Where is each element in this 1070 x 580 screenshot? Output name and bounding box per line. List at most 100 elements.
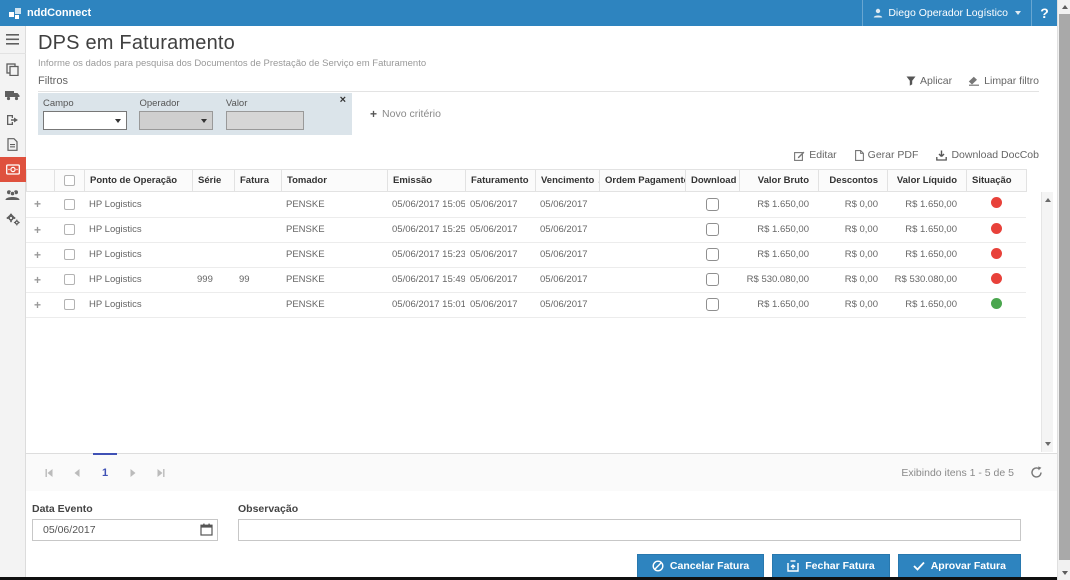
apply-filter-label: Aplicar: [920, 75, 952, 87]
cell-valor-bruto: R$ 530.080,00: [739, 267, 818, 292]
cell-ordem-pagamento: [599, 292, 685, 317]
sidebar-item-documents[interactable]: [0, 57, 26, 82]
new-criterion-label: Novo critério: [382, 108, 441, 120]
grid-scrollbar[interactable]: [1041, 192, 1053, 452]
row-checkbox[interactable]: [64, 199, 75, 210]
help-button[interactable]: ?: [1031, 0, 1057, 26]
row-checkbox[interactable]: [64, 274, 75, 285]
vencimento-label: Vencimento: [541, 175, 594, 186]
user-menu[interactable]: Diego Operador Logístico: [862, 0, 1031, 26]
clear-filter-button[interactable]: Limpar filtro: [968, 75, 1039, 87]
table-row[interactable]: +HP LogisticsPENSKE05/06/2017 15:2305/06…: [26, 242, 1026, 267]
select-all-checkbox[interactable]: [64, 175, 75, 186]
cell-faturamento: 05/06/2017: [465, 192, 535, 217]
prev-page-button[interactable]: [64, 460, 90, 486]
download-doccob-button[interactable]: Download DocCob: [936, 147, 1039, 163]
col-serie[interactable]: Série: [193, 170, 235, 192]
expand-row-icon[interactable]: +: [31, 248, 41, 262]
col-download[interactable]: Download: [686, 170, 740, 192]
table-row[interactable]: +HP LogisticsPENSKE05/06/2017 15:0505/06…: [26, 192, 1026, 217]
approve-invoice-button[interactable]: Aprovar Fatura: [898, 554, 1021, 577]
cancel-invoice-button[interactable]: Cancelar Fatura: [637, 554, 764, 577]
col-valor-liquido[interactable]: Valor Líquido: [888, 170, 967, 192]
first-page-button[interactable]: [36, 460, 62, 486]
grid-scroll-down-icon[interactable]: [1042, 438, 1054, 450]
brand: nddConnect: [0, 6, 91, 20]
cell-tomador: PENSKE: [281, 267, 387, 292]
scrollbar-thumb[interactable]: [1059, 14, 1070, 560]
table-row[interactable]: +HP LogisticsPENSKE05/06/2017 15:2505/06…: [26, 217, 1026, 242]
row-checkbox[interactable]: [64, 249, 75, 260]
cell-expand: +: [26, 217, 54, 242]
download-checkbox[interactable]: [706, 298, 719, 311]
download-checkbox[interactable]: [706, 198, 719, 211]
sidebar-item-settings[interactable]: [0, 207, 26, 232]
cell-download: [685, 217, 739, 242]
page-scrollbar[interactable]: [1057, 0, 1070, 580]
col-vencimento[interactable]: Vencimento↓: [536, 170, 600, 192]
download-checkbox[interactable]: [706, 248, 719, 261]
download-icon: [936, 150, 947, 161]
new-criterion-button[interactable]: + Novo critério: [370, 107, 441, 121]
operator-select[interactable]: [139, 111, 213, 130]
scroll-up-icon[interactable]: [1058, 0, 1070, 14]
col-descontos[interactable]: Descontos: [819, 170, 888, 192]
download-checkbox[interactable]: [706, 223, 719, 236]
table-row[interactable]: +HP Logistics99999PENSKE05/06/2017 15:49…: [26, 267, 1026, 292]
sidebar-item-billing[interactable]: [0, 157, 26, 182]
cell-situacao: [966, 242, 1026, 267]
value-input[interactable]: [226, 111, 304, 130]
cell-expand: +: [26, 292, 54, 317]
export-icon: [6, 114, 19, 126]
col-emissao[interactable]: Emissão: [388, 170, 466, 192]
menu-icon: [6, 34, 19, 45]
next-page-button[interactable]: [120, 460, 146, 486]
current-page-button[interactable]: 1: [92, 454, 118, 492]
data-evento-input[interactable]: [32, 519, 218, 541]
generate-pdf-button[interactable]: Gerar PDF: [855, 147, 919, 163]
col-tomador[interactable]: Tomador: [282, 170, 388, 192]
col-situacao[interactable]: Situação: [967, 170, 1027, 192]
documents-icon: [6, 63, 19, 76]
expand-row-icon[interactable]: +: [31, 298, 41, 312]
last-page-button[interactable]: [148, 460, 174, 486]
sidebar-item-export[interactable]: [0, 107, 26, 132]
next-page-icon: [128, 468, 138, 478]
apply-filter-button[interactable]: Aplicar: [906, 75, 952, 87]
col-faturamento[interactable]: Faturamento: [466, 170, 536, 192]
cell-valor-liquido: R$ 1.650,00: [887, 217, 966, 242]
observacao-input[interactable]: [238, 519, 1021, 541]
cell-emissao: 05/06/2017 15:25: [387, 217, 465, 242]
cell-vencimento: 05/06/2017: [535, 242, 599, 267]
sidebar-toggle-button[interactable]: [0, 26, 26, 54]
expand-row-icon[interactable]: +: [31, 197, 41, 211]
close-invoice-button[interactable]: Fechar Fatura: [772, 554, 889, 577]
grid-scroll-up-icon[interactable]: [1042, 194, 1054, 206]
expand-row-icon[interactable]: +: [31, 223, 41, 237]
edit-button[interactable]: Editar: [794, 147, 836, 163]
table-row[interactable]: +HP LogisticsPENSKE05/06/2017 15:0105/06…: [26, 292, 1026, 317]
row-checkbox[interactable]: [64, 224, 75, 235]
col-ponto-operacao[interactable]: Ponto de Operação: [85, 170, 193, 192]
funnel-icon: [906, 76, 916, 86]
scroll-down-icon[interactable]: [1058, 566, 1070, 580]
field-select[interactable]: [43, 111, 127, 130]
col-ordem-pagamento[interactable]: Ordem Pagamento: [600, 170, 686, 192]
sidebar-item-transport[interactable]: [0, 82, 26, 107]
refresh-button[interactable]: [1030, 466, 1043, 479]
col-valor-bruto[interactable]: Valor Bruto: [740, 170, 819, 192]
status-dot-red: [991, 248, 1002, 259]
cell-situacao: [966, 267, 1026, 292]
sidebar-item-users[interactable]: [0, 182, 26, 207]
remove-criterion-button[interactable]: ×: [340, 95, 346, 106]
cell-fatura: [234, 192, 281, 217]
download-checkbox[interactable]: [706, 273, 719, 286]
row-checkbox[interactable]: [64, 299, 75, 310]
cell-situacao: [966, 192, 1026, 217]
cell-ordem-pagamento: [599, 242, 685, 267]
cell-emissao: 05/06/2017 15:49: [387, 267, 465, 292]
calendar-button[interactable]: [200, 523, 213, 541]
sidebar-item-document[interactable]: [0, 132, 26, 157]
col-fatura[interactable]: Fatura: [235, 170, 282, 192]
expand-row-icon[interactable]: +: [31, 273, 41, 287]
